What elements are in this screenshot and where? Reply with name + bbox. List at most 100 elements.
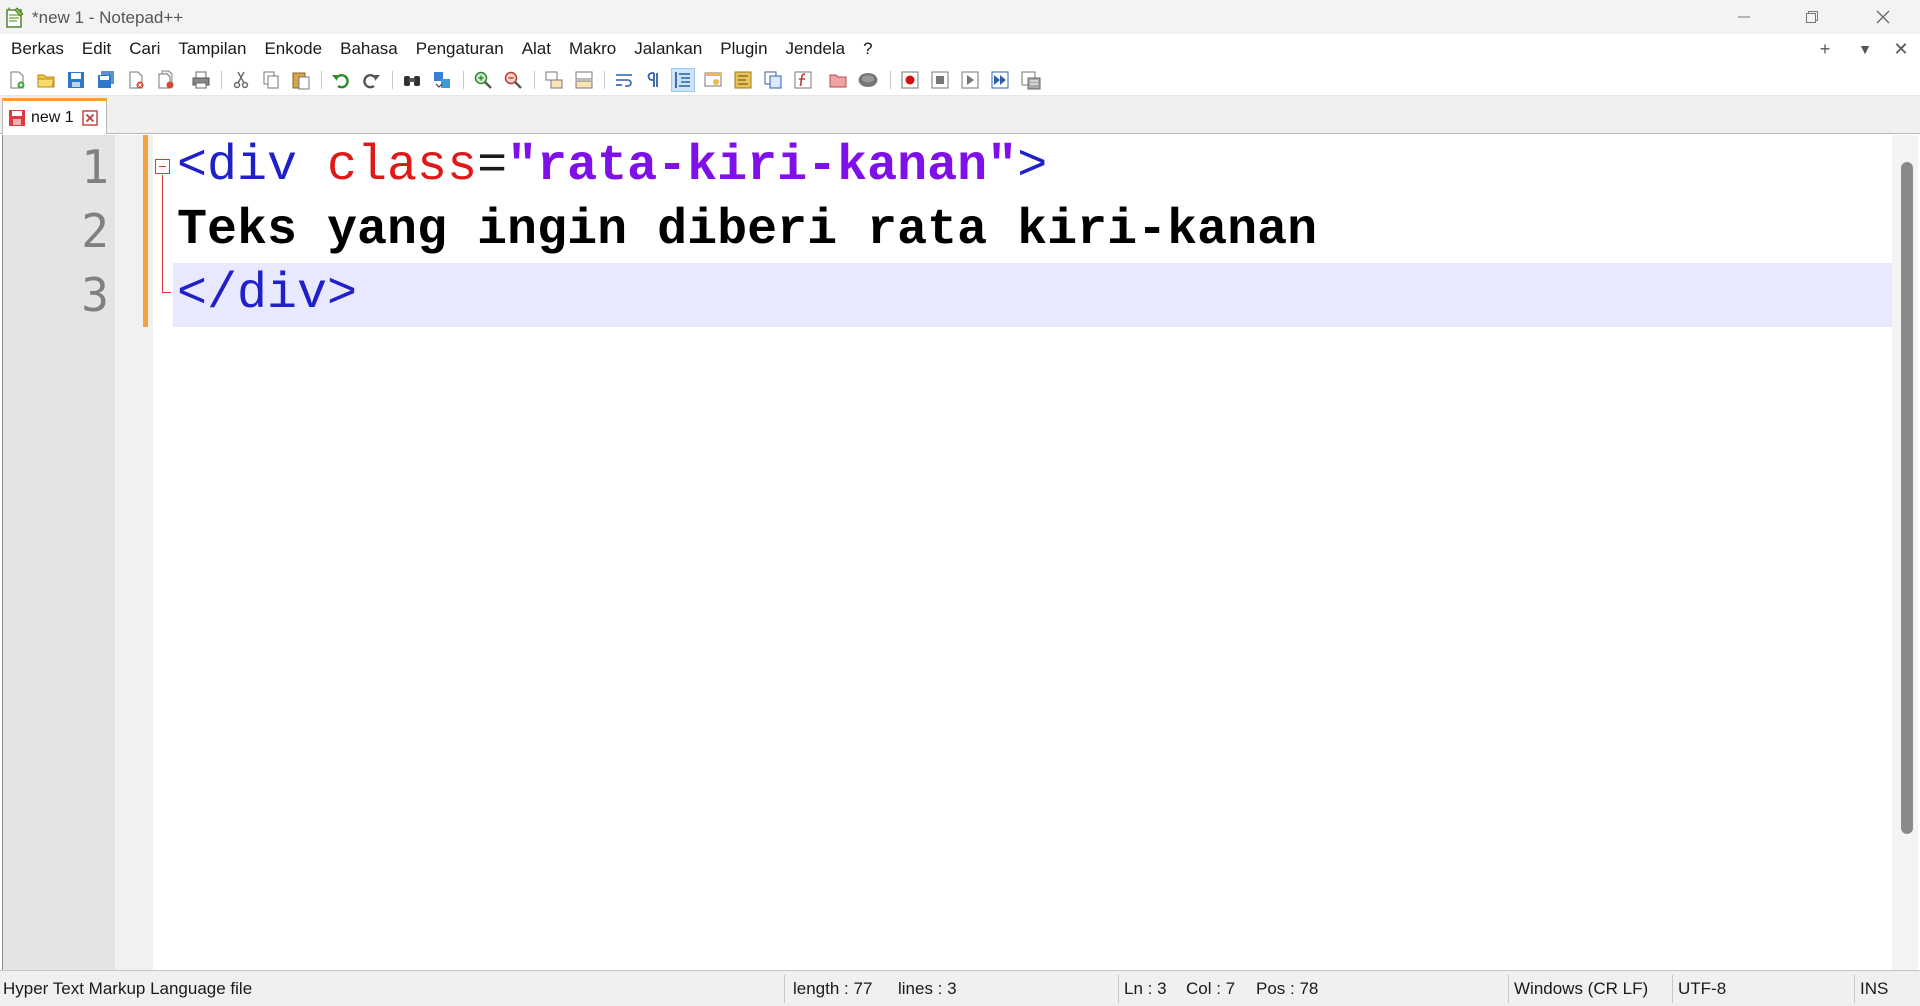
- undo-icon: [332, 74, 349, 89]
- save-macro-button[interactable]: [1019, 69, 1043, 91]
- replace-button[interactable]: [430, 69, 454, 91]
- word-wrap-button[interactable]: [612, 69, 636, 91]
- status-separator: [1508, 975, 1509, 1003]
- run-macro-multiple-icon: [991, 71, 1009, 89]
- status-separator: [1854, 975, 1855, 1003]
- status-ln: Ln : 3: [1124, 979, 1167, 998]
- status-eol[interactable]: Windows (CR LF): [1511, 971, 1648, 1006]
- menu-edit[interactable]: Edit: [73, 34, 120, 64]
- tab-list-dropdown-button[interactable]: ▼: [1845, 34, 1885, 64]
- find-icon: [404, 76, 420, 86]
- status-pos: Pos : 78: [1256, 979, 1319, 998]
- notepadpp-icon: [6, 7, 24, 28]
- play-macro-icon: [961, 71, 979, 89]
- function-list-icon: [794, 71, 812, 89]
- code-text-area[interactable]: <div class="rata-kiri-kanan"> Teks yang …: [173, 135, 1892, 970]
- window-title: *new 1 - Notepad++: [32, 8, 184, 27]
- menu-help[interactable]: ?: [854, 34, 881, 64]
- menu-plugin[interactable]: Plugin: [711, 34, 776, 64]
- line-number: 1: [81, 140, 109, 194]
- menu-enkode[interactable]: Enkode: [255, 34, 331, 64]
- new-file-button[interactable]: [5, 69, 29, 91]
- fold-line: [162, 175, 163, 293]
- record-macro-button[interactable]: [898, 69, 922, 91]
- fold-collapse-icon[interactable]: [155, 159, 170, 174]
- undo-button[interactable]: [329, 69, 353, 91]
- menu-berkas[interactable]: Berkas: [2, 34, 73, 64]
- zoom-out-button[interactable]: [501, 69, 525, 91]
- folder-workspace-icon: [829, 74, 847, 88]
- redo-button[interactable]: [359, 69, 383, 91]
- status-separator: [784, 975, 785, 1003]
- line-number-gutter: 1 2 3: [3, 135, 115, 970]
- status-encoding[interactable]: UTF-8: [1675, 971, 1726, 1006]
- cut-button[interactable]: [229, 69, 253, 91]
- find-button[interactable]: [400, 69, 424, 91]
- close-tab-icon[interactable]: [82, 110, 98, 126]
- sync-horizontal-icon: [575, 71, 593, 89]
- paste-button[interactable]: [289, 69, 313, 91]
- toolbar-separator: [890, 71, 891, 89]
- editor-pane[interactable]: 1 2 3 <div class="rata-kiri-kanan"> Teks…: [2, 135, 1918, 970]
- menu-jalankan[interactable]: Jalankan: [625, 34, 711, 64]
- folder-workspace-button[interactable]: [826, 69, 850, 91]
- scrollbar-thumb[interactable]: [1901, 162, 1913, 834]
- menu-tampilan[interactable]: Tampilan: [169, 34, 255, 64]
- doc-list-button[interactable]: [761, 69, 785, 91]
- toolbar-separator: [604, 71, 605, 89]
- menu-cari[interactable]: Cari: [120, 34, 169, 64]
- tab-new-1[interactable]: new 1: [2, 98, 107, 134]
- line-number: 3: [81, 268, 109, 322]
- open-file-button[interactable]: [34, 69, 58, 91]
- indent-guide-button[interactable]: [671, 68, 695, 92]
- sync-horizontal-button[interactable]: [572, 69, 596, 91]
- menu-jendela[interactable]: Jendela: [777, 34, 855, 64]
- status-bar: Hyper Text Markup Language file length :…: [0, 970, 1920, 1006]
- cut-icon: [233, 71, 249, 89]
- minimize-button[interactable]: [1710, 0, 1778, 34]
- close-window-button[interactable]: [1849, 0, 1917, 34]
- doc-map-icon: [734, 71, 752, 89]
- toolbar-separator: [534, 71, 535, 89]
- code-line-3: </div>: [177, 266, 358, 323]
- copy-button[interactable]: [259, 69, 283, 91]
- menu-alat[interactable]: Alat: [513, 34, 560, 64]
- status-insert-mode[interactable]: INS: [1857, 971, 1888, 1006]
- tab-label: new 1: [31, 108, 74, 126]
- equals-sign: =: [477, 138, 508, 195]
- tab-bar: new 1: [0, 96, 1920, 134]
- unsaved-file-icon: [9, 109, 25, 126]
- change-history-marker: [143, 135, 148, 327]
- close-all-button[interactable]: [154, 69, 178, 91]
- save-button[interactable]: [64, 69, 88, 91]
- print-button[interactable]: [189, 69, 213, 91]
- close-file-button[interactable]: [124, 69, 148, 91]
- stop-macro-button[interactable]: [928, 69, 952, 91]
- menu-pengaturan[interactable]: Pengaturan: [407, 34, 513, 64]
- user-language-icon: [704, 72, 722, 87]
- add-tab-button[interactable]: +: [1805, 34, 1845, 64]
- monitor-icon: [858, 73, 878, 87]
- show-all-chars-button[interactable]: [642, 69, 666, 91]
- play-macro-button[interactable]: [958, 69, 982, 91]
- status-separator: [1672, 975, 1673, 1003]
- sync-vertical-icon: [545, 71, 563, 89]
- restore-button[interactable]: [1778, 0, 1846, 34]
- status-length: length : 77: [793, 979, 873, 998]
- menu-makro[interactable]: Makro: [560, 34, 625, 64]
- title-bar: *new 1 - Notepad++: [0, 0, 1920, 34]
- status-file-type: Hyper Text Markup Language file: [3, 979, 253, 998]
- function-list-button[interactable]: [791, 69, 815, 91]
- code-line-1: <div class="rata-kiri-kanan">: [177, 135, 1047, 199]
- sync-vertical-button[interactable]: [542, 69, 566, 91]
- user-language-button[interactable]: [701, 69, 725, 91]
- doc-map-button[interactable]: [731, 69, 755, 91]
- vertical-scrollbar[interactable]: [1892, 135, 1918, 970]
- zoom-in-button[interactable]: [471, 69, 495, 91]
- tag-close-bracket: >: [1017, 138, 1048, 195]
- close-tab-menu-button[interactable]: ✕: [1881, 34, 1920, 64]
- menu-bahasa[interactable]: Bahasa: [331, 34, 407, 64]
- monitor-button[interactable]: [856, 69, 880, 91]
- save-all-button[interactable]: [94, 69, 118, 91]
- run-macro-multiple-button[interactable]: [988, 69, 1012, 91]
